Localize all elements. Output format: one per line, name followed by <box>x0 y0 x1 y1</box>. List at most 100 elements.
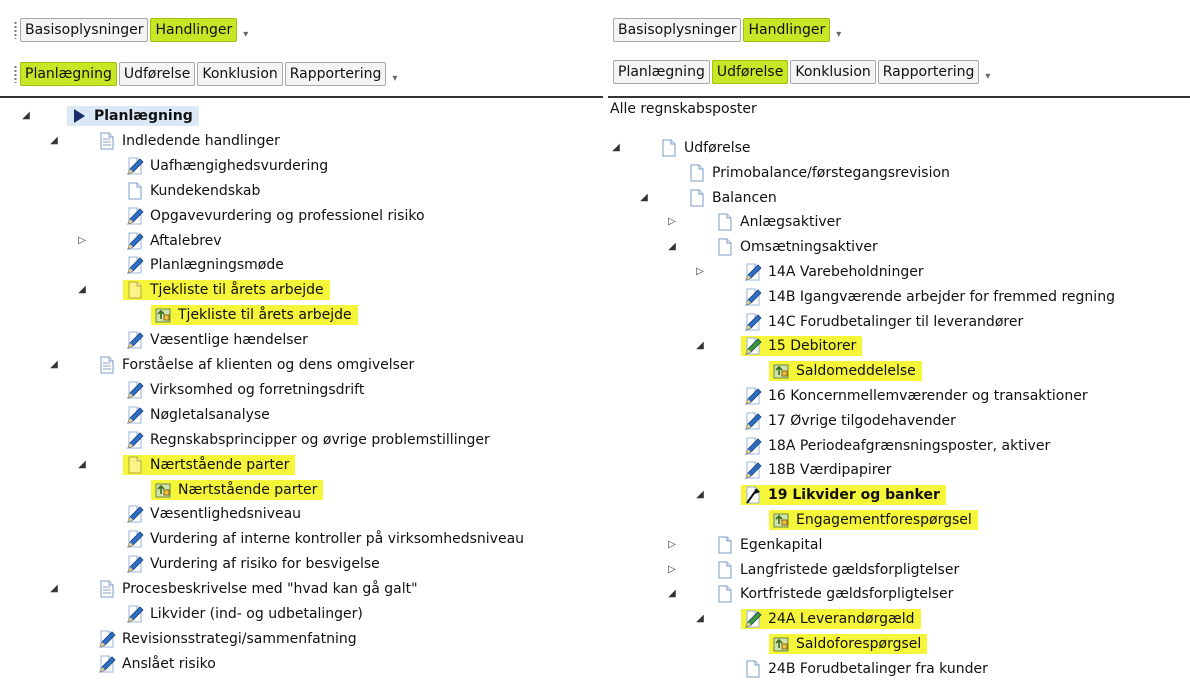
tree-item[interactable]: Kundekendskab <box>123 181 266 201</box>
tab-planlægning[interactable]: Planlægning <box>20 62 117 86</box>
tab-rapportering[interactable]: Rapportering <box>877 60 980 84</box>
tree-item[interactable]: Omsætningsaktiver <box>713 237 884 257</box>
tree-item[interactable]: Tjekliste til årets arbejde <box>151 305 358 326</box>
tree-item[interactable]: Væsentlige hændelser <box>123 330 314 350</box>
tree-item-label: Tjekliste til årets arbejde <box>150 282 324 299</box>
tree-item[interactable]: Langfristede gældsforpligtelser <box>713 560 965 580</box>
overflow-chevron-icon[interactable]: ▾ <box>985 63 990 82</box>
tree-item[interactable]: Kortfristede gældsforpligtelser <box>713 584 959 604</box>
expand-triangle-icon[interactable]: ◢ <box>666 588 678 600</box>
tree-item[interactable]: 18A Periodeafgrænsningsposter, aktiver <box>741 436 1056 456</box>
document-icon <box>688 164 706 182</box>
tab-rapportering[interactable]: Rapportering <box>284 62 387 86</box>
tree-item-label: 24A Leverandørgæld <box>768 611 915 628</box>
tree-item[interactable]: 17 Øvrige tilgodehavender <box>741 411 962 431</box>
tree-item[interactable]: Uafhængighedsvurdering <box>123 156 334 176</box>
tab-konklusion[interactable]: Konklusion <box>197 62 283 86</box>
collapse-triangle-icon[interactable]: ▷ <box>694 266 706 278</box>
tree-item-label: Regnskabsprincipper og øvrige problemsti… <box>150 431 490 448</box>
expand-triangle-icon[interactable]: ◢ <box>694 340 706 352</box>
tree-item[interactable]: Revisionsstrategi/sammenfatning <box>95 629 363 649</box>
tree-item[interactable]: Planlægning <box>67 106 199 126</box>
expand-triangle-icon[interactable]: ◢ <box>48 583 60 595</box>
sub-tab-strip: Planlægning Udførelse Konklusion Rapporteri… <box>613 60 990 84</box>
tree-item[interactable]: Nærtstående parter <box>151 479 324 500</box>
expand-triangle-icon[interactable]: ◢ <box>666 241 678 253</box>
expand-triangle-icon[interactable]: ◢ <box>694 613 706 625</box>
expand-triangle-icon[interactable]: ◢ <box>20 110 32 122</box>
tab-handlinger[interactable]: Handlinger <box>743 18 831 42</box>
tree-item[interactable]: Opgavevurdering og professionel risiko <box>123 206 431 226</box>
tree-item-label: 14C Forudbetalinger til leverandører <box>768 313 1024 330</box>
tree-item[interactable]: Nøgletalsanalyse <box>123 405 276 425</box>
expand-triangle-icon[interactable]: ◢ <box>694 489 706 501</box>
collapse-triangle-icon[interactable]: ▷ <box>76 235 88 247</box>
collapse-triangle-icon[interactable]: ▷ <box>666 564 678 576</box>
tree-item[interactable]: Nærtstående parter <box>123 454 296 475</box>
pencil-document-icon <box>126 381 144 399</box>
tree-item[interactable]: 14B Igangværende arbejder for fremmed re… <box>741 287 1121 307</box>
tree-item[interactable]: Engagementforespørgsel <box>769 510 978 530</box>
overflow-chevron-icon[interactable]: ▾ <box>392 65 397 84</box>
tree-item-label: Væsentlighedsniveau <box>150 506 302 523</box>
tree-item[interactable]: 16 Koncernmellemværender og transaktione… <box>741 386 1094 406</box>
left-panel: Basisoplysninger Handlinger ▾ Planlægning U… <box>0 0 603 682</box>
pencil-document-icon <box>744 387 762 405</box>
tree-item[interactable]: Likvider (ind- og udbetalinger) <box>123 604 369 624</box>
expand-triangle-icon[interactable]: ◢ <box>48 135 60 147</box>
expand-triangle-icon[interactable]: ◢ <box>610 142 622 154</box>
sub-tab-strip: Planlægning Udførelse Konklusion Rapporteri… <box>14 62 397 86</box>
tree-item[interactable]: Tjekliste til årets arbejde <box>123 280 330 301</box>
tree-item[interactable]: Aftalebrev <box>123 231 228 251</box>
tree-item[interactable]: Vurdering af interne kontroller på virks… <box>123 529 530 549</box>
overflow-chevron-icon[interactable]: ▾ <box>243 21 248 40</box>
tree-item[interactable]: Balancen <box>685 188 783 208</box>
pencil-document-icon <box>98 655 116 673</box>
tree-item[interactable]: Vurdering af risiko for besvigelse <box>123 554 386 574</box>
tab-handlinger[interactable]: Handlinger <box>150 18 238 42</box>
tree-item[interactable]: 24B Forudbetalinger fra kunder <box>741 659 994 679</box>
tree-item[interactable]: Udførelse <box>657 138 757 158</box>
tree-item[interactable]: Virksomhed og forretningsdrift <box>123 380 370 400</box>
tree-item[interactable]: Planlægningsmøde <box>123 255 290 275</box>
tree-item[interactable]: 15 Debitorer <box>741 336 863 357</box>
tree-item[interactable]: Indledende handlinger <box>95 131 286 151</box>
tab-udførelse[interactable]: Udførelse <box>711 60 789 84</box>
tree-item[interactable]: Regnskabsprincipper og øvrige problemsti… <box>123 430 496 450</box>
toolbar-grip[interactable] <box>14 21 17 39</box>
tree-item[interactable]: Primobalance/førstegangsrevision <box>685 163 956 183</box>
tree-item[interactable]: Saldoforespørgsel <box>769 634 928 654</box>
tab-basisoplysninger[interactable]: Basisoplysninger <box>20 18 149 42</box>
expand-triangle-icon[interactable]: ◢ <box>76 284 88 296</box>
expand-triangle-icon[interactable]: ◢ <box>76 459 88 471</box>
tree-item-label: 18A Periodeafgrænsningsposter, aktiver <box>768 437 1051 454</box>
tree-item[interactable]: 14A Varebeholdninger <box>741 262 930 282</box>
collapse-triangle-icon[interactable]: ▷ <box>666 539 678 551</box>
overflow-chevron-icon[interactable]: ▾ <box>836 21 841 40</box>
tree-item[interactable]: Anslået risiko <box>95 654 222 674</box>
tree-item[interactable]: Væsentlighedsniveau <box>123 504 307 524</box>
collapse-triangle-icon[interactable]: ▷ <box>666 216 678 228</box>
tab-konklusion[interactable]: Konklusion <box>790 60 876 84</box>
tree-item-label: Likvider (ind- og udbetalinger) <box>150 606 363 622</box>
tree-item-label: Vurdering af risiko for besvigelse <box>150 556 380 573</box>
tree-item-label: 14A Varebeholdninger <box>768 264 924 280</box>
tree-item[interactable]: Anlægsaktiver <box>713 212 847 232</box>
tree-item[interactable]: 18B Værdipapirer <box>741 460 898 480</box>
tree-item[interactable]: 14C Forudbetalinger til leverandører <box>741 312 1029 332</box>
tab-udførelse[interactable]: Udførelse <box>118 62 196 86</box>
tab-basisoplysninger[interactable]: Basisoplysninger <box>613 18 742 42</box>
tree-item[interactable]: Forståelse af klienten og dens omgivelse… <box>95 355 420 375</box>
tree-item[interactable]: 19 Likvider og banker <box>741 485 946 506</box>
tree-item[interactable]: Saldomeddelelse <box>769 361 922 382</box>
pencil-document-icon <box>126 331 144 349</box>
tree-item[interactable]: Procesbeskrivelse med "hvad kan gå galt" <box>95 579 424 599</box>
expand-triangle-icon[interactable]: ◢ <box>48 359 60 371</box>
tree-item-label: Vurdering af interne kontroller på virks… <box>150 531 525 548</box>
tree-item[interactable]: 24A Leverandørgæld <box>741 609 921 630</box>
toolbar-grip[interactable] <box>14 65 17 83</box>
tab-planlægning[interactable]: Planlægning <box>613 60 710 84</box>
expand-triangle-icon[interactable]: ◢ <box>638 192 650 204</box>
tree-item-label: Udførelse <box>684 140 751 156</box>
tree-item[interactable]: Egenkapital <box>713 535 828 555</box>
